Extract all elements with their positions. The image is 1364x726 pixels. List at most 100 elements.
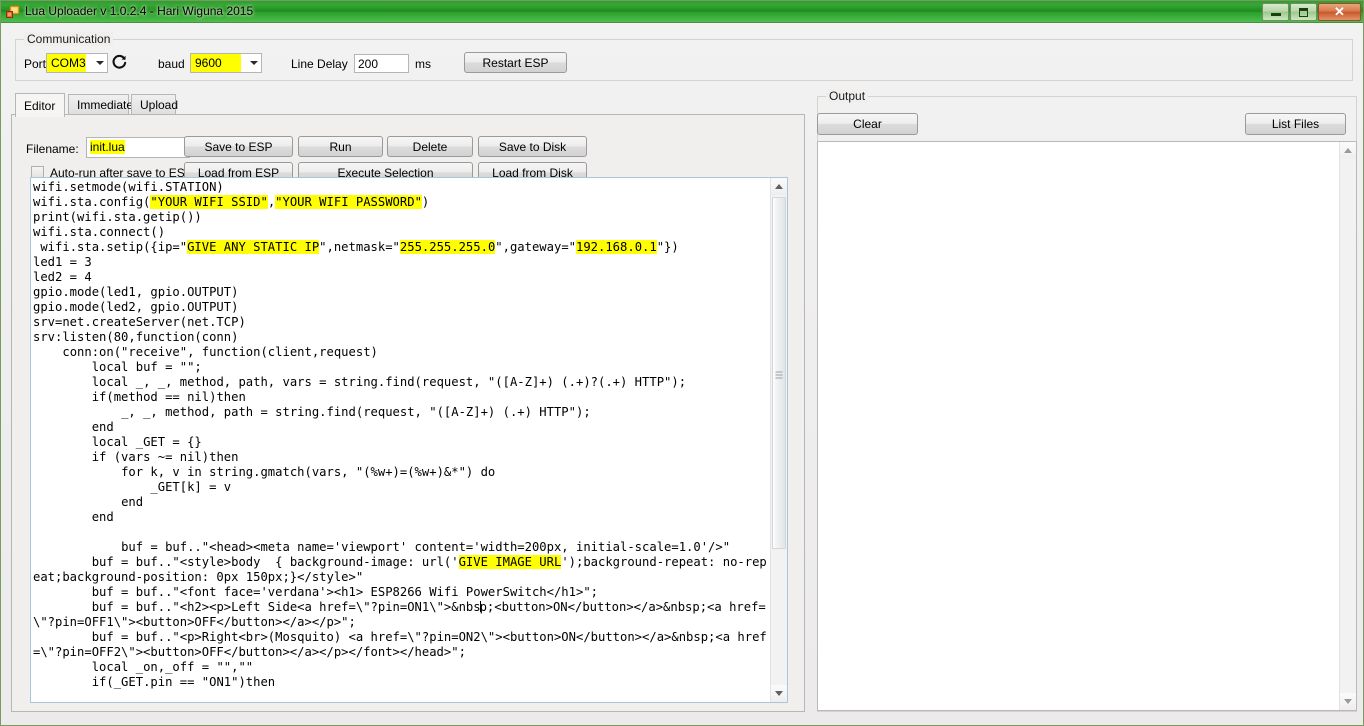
tab-upload[interactable]: Upload (131, 94, 179, 115)
code-line: end (33, 420, 767, 435)
code-text-run: if (vars ~= nil)then (33, 450, 239, 464)
tab-strip: Editor Immediate Upload (11, 93, 805, 117)
line-delay-input[interactable]: 200 (354, 54, 409, 73)
code-text-run: _GET[k] = v (33, 480, 232, 494)
code-text-run: buf = buf.."<font face='verdana'><h1> ES… (33, 585, 598, 599)
code-text-run: srv=net.createServer(net.TCP) (33, 315, 246, 329)
code-text-run: buf = buf.."<head><meta name='viewport' … (33, 540, 731, 554)
output-scroll-up-button[interactable] (1340, 142, 1356, 159)
code-line: wifi.sta.connect() (33, 225, 767, 240)
editor-scroll-thumb[interactable] (772, 197, 786, 549)
run-button[interactable]: Run (298, 136, 383, 157)
filename-label: Filename: (26, 142, 79, 156)
minimize-button[interactable] (1262, 3, 1289, 21)
window-title: Lua Uploader v 1.0.2.4 - Hari Wiguna 201… (25, 4, 254, 18)
output-scroll-down-button[interactable] (1340, 693, 1356, 710)
close-button[interactable]: ✕ (1318, 3, 1361, 21)
scroll-grip-icon (775, 370, 783, 379)
code-text-run: local _on,_off = "","" (33, 660, 254, 674)
code-line: led2 = 4 (33, 270, 767, 285)
scroll-up-button[interactable] (771, 178, 787, 195)
maximize-button[interactable] (1290, 3, 1317, 21)
clear-button[interactable]: Clear (817, 113, 918, 135)
tab-editor[interactable]: Editor (15, 93, 65, 117)
code-line: srv=net.createServer(net.TCP) (33, 315, 767, 330)
output-group-label: Output (826, 89, 869, 103)
refresh-icon[interactable] (111, 54, 128, 71)
port-value: COM3 (47, 54, 86, 72)
code-editor[interactable]: wifi.setmode(wifi.STATION) wifi.sta.confi… (30, 177, 788, 703)
list-files-button[interactable]: List Files (1245, 113, 1346, 135)
tab-upload-label: Upload (140, 98, 179, 112)
code-text-run: led2 = 4 (33, 270, 92, 284)
communication-group-label: Communication (24, 32, 114, 46)
tab-immediate[interactable]: Immediate (68, 94, 133, 115)
code-line: local _, _, method, path, vars = string.… (33, 375, 767, 390)
code-line: gpio.mode(led1, gpio.OUTPUT) (33, 285, 767, 300)
highlighted-text: 255.255.255.0 (399, 240, 496, 254)
output-vertical-scrollbar[interactable] (1339, 142, 1356, 710)
code-line: print(wifi.sta.getip()) (33, 210, 767, 225)
highlighted-text: "YOUR WIFI PASSWORD" (275, 195, 422, 209)
editor-tab-panel: Filename: init.lua Auto-run after save t… (11, 114, 805, 712)
code-line: if(_GET.pin == "ON1")then (33, 675, 767, 690)
code-text-run: wifi.setmode(wifi.STATION) (33, 180, 224, 194)
highlighted-text: "YOUR WIFI SSID" (150, 195, 268, 209)
code-text-run: end (33, 420, 114, 434)
baud-label: baud (158, 57, 185, 71)
save-to-esp-button[interactable]: Save to ESP (184, 136, 293, 157)
code-line: wifi.setmode(wifi.STATION) (33, 180, 767, 195)
code-text-run: end (33, 495, 144, 509)
code-line: _, _, method, path = string.find(request… (33, 405, 767, 420)
baud-combobox[interactable]: 9600 (190, 53, 262, 73)
save-to-disk-button[interactable]: Save to Disk (478, 136, 587, 157)
code-line: end (33, 495, 767, 510)
code-text-run: buf = buf.."<p>Right<br>(Mosquito) <a hr… (33, 630, 767, 659)
code-line: buf = buf.."<h2><p>Left Side<a href=\"?p… (33, 600, 767, 630)
code-text-run: conn:on("receive", function(client,reque… (33, 345, 378, 359)
tab-immediate-label: Immediate (77, 98, 134, 112)
code-text-run: buf = buf.."<style>body { background-ima… (33, 555, 459, 569)
highlighted-text: GIVE ANY STATIC IP (187, 240, 320, 254)
code-text-run: local _, _, method, path, vars = string.… (33, 375, 687, 389)
code-text-run: end (33, 510, 114, 524)
baud-value: 9600 (191, 54, 241, 72)
chevron-down-icon (250, 61, 258, 65)
delete-button[interactable]: Delete (387, 136, 473, 157)
code-text-run: print(wifi.sta.getip()) (33, 210, 202, 224)
code-line: for k, v in string.gmatch(vars, "(%w+)=(… (33, 465, 767, 480)
code-text-run: ",gateway=" (495, 240, 576, 254)
code-text-run: for k, v in string.gmatch(vars, "(%w+)=(… (33, 465, 496, 479)
code-text-run: wifi.sta.connect() (33, 225, 166, 239)
highlighted-text: 192.168.0.1 (576, 240, 657, 254)
triangle-up-icon (1344, 148, 1352, 153)
code-text-run: if(method == nil)then (33, 390, 246, 404)
restart-esp-button[interactable]: Restart ESP (464, 52, 567, 73)
code-line: buf = buf.."<p>Right<br>(Mosquito) <a hr… (33, 630, 767, 660)
code-line: led1 = 3 (33, 255, 767, 270)
highlighted-text: GIVE IMAGE URL (458, 555, 562, 569)
filename-input[interactable]: init.lua (86, 137, 190, 158)
code-text-run: gpio.mode(led2, gpio.OUTPUT) (33, 300, 239, 314)
code-text[interactable]: wifi.setmode(wifi.STATION) wifi.sta.confi… (33, 180, 767, 690)
code-line: end (33, 510, 767, 525)
editor-vertical-scrollbar[interactable] (770, 178, 787, 702)
code-text-run: srv:listen(80,function(conn) (33, 330, 239, 344)
tab-editor-label: Editor (24, 98, 56, 113)
output-textbox[interactable] (817, 141, 1357, 711)
code-text-run: wifi.sta.setip({ip=" (33, 240, 188, 254)
code-text-run: local _GET = {} (33, 435, 202, 449)
code-line: wifi.sta.setip({ip="GIVE ANY STATIC IP",… (33, 240, 767, 255)
code-line: srv:listen(80,function(conn) (33, 330, 767, 345)
code-line: gpio.mode(led2, gpio.OUTPUT) (33, 300, 767, 315)
port-combobox[interactable]: COM3 (46, 53, 108, 73)
scroll-down-button[interactable] (771, 685, 787, 702)
code-line: _GET[k] = v (33, 480, 767, 495)
code-line: local buf = ""; (33, 360, 767, 375)
code-text-run: ",netmask=" (319, 240, 400, 254)
code-text-run: "}) (656, 240, 679, 254)
application-window: Lua Uploader v 1.0.2.4 - Hari Wiguna 201… (0, 0, 1364, 726)
code-text-run: ) (421, 195, 430, 209)
code-line: buf = buf.."<head><meta name='viewport' … (33, 540, 767, 555)
